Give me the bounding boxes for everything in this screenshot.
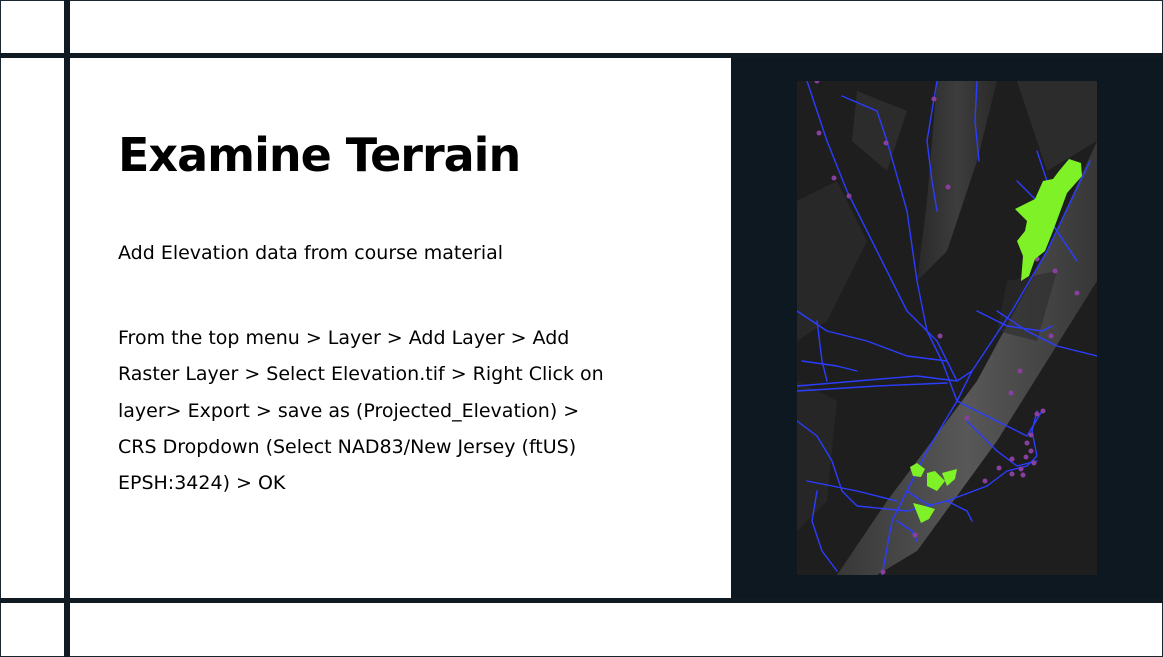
- point: [1031, 460, 1037, 466]
- slide-subtitle: Add Elevation data from course material: [118, 242, 504, 264]
- point: [831, 175, 837, 181]
- point: [937, 333, 943, 339]
- bottom-divider-line: [0, 598, 1163, 603]
- slide-title: Examine Terrain: [118, 128, 521, 182]
- point: [912, 532, 918, 538]
- instructions-text: From the top menu > Layer > Add Layer > …: [118, 320, 638, 501]
- point: [1024, 440, 1030, 446]
- instruction-line: From the top menu > Layer > Add Layer > …: [118, 327, 570, 349]
- point: [945, 184, 951, 190]
- point: [1020, 472, 1026, 478]
- point: [1009, 456, 1015, 462]
- point: [1009, 471, 1015, 477]
- point: [1040, 408, 1046, 414]
- point: [1048, 333, 1054, 339]
- point: [1017, 368, 1023, 374]
- point: [931, 96, 937, 102]
- instruction-line: EPSH:3424) > OK: [118, 472, 286, 495]
- point: [880, 569, 886, 575]
- point: [1023, 454, 1029, 460]
- instruction-line: Raster Layer > Select Elevation.tif > Ri…: [118, 363, 604, 386]
- point: [1034, 411, 1040, 417]
- instruction-line: layer> Export > save as (Projected_Eleva…: [118, 399, 580, 422]
- point: [1074, 290, 1080, 296]
- instruction-line: CRS Dropdown (Select NAD83/New Jersey (f…: [118, 435, 577, 458]
- point: [1052, 268, 1058, 274]
- point: [1028, 448, 1034, 454]
- point: [1018, 466, 1024, 472]
- point: [846, 193, 852, 199]
- point: [982, 478, 988, 484]
- point: [1008, 390, 1014, 396]
- point: [996, 465, 1002, 471]
- left-vertical-line: [64, 0, 70, 657]
- point: [964, 415, 970, 421]
- elevation-map-image: [797, 81, 1097, 575]
- point: [1028, 432, 1034, 438]
- point: [816, 130, 822, 136]
- presentation-slide: Examine Terrain Add Elevation data from …: [0, 0, 1163, 657]
- point: [883, 140, 889, 146]
